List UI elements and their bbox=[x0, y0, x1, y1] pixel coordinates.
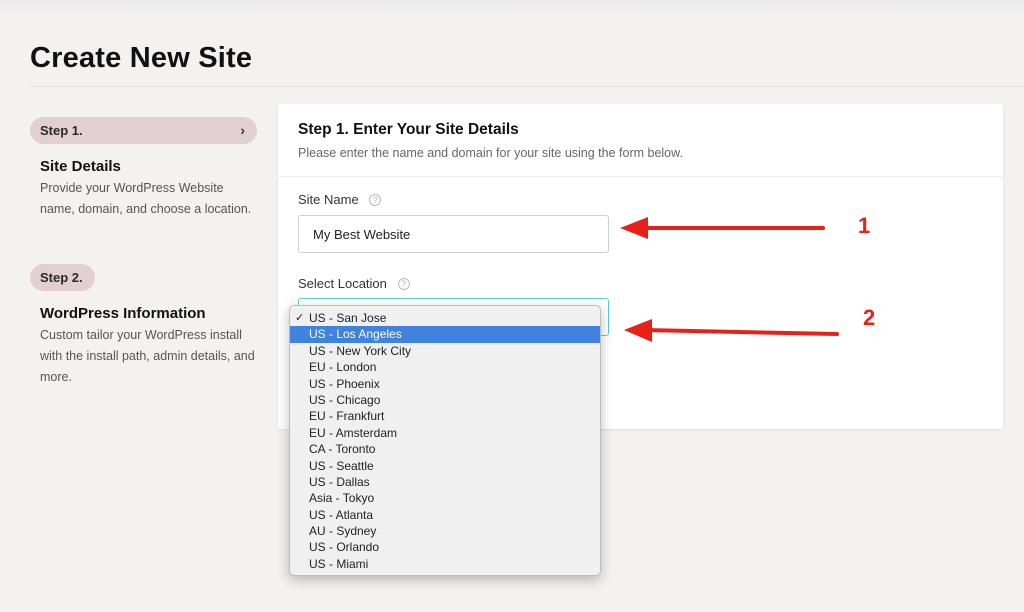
option-label: US - New York City bbox=[309, 343, 412, 358]
annotation-arrow-2 bbox=[624, 319, 839, 342]
location-option[interactable]: ✓ US - San Jose bbox=[290, 310, 600, 326]
card-subtitle: Please enter the name and domain for you… bbox=[298, 146, 683, 160]
location-option[interactable]: US - New York City bbox=[290, 343, 600, 359]
location-option[interactable]: US - Atlanta bbox=[290, 507, 600, 523]
option-label: US - Chicago bbox=[309, 392, 381, 407]
option-label: US - Phoenix bbox=[309, 376, 380, 391]
location-label-text: Select Location bbox=[298, 276, 387, 291]
annotation-number-1: 1 bbox=[858, 213, 871, 238]
site-name-label-text: Site Name bbox=[298, 192, 359, 207]
step-2-pill[interactable]: Step 2. bbox=[30, 264, 95, 291]
location-option[interactable]: US - Chicago bbox=[290, 392, 600, 408]
location-option[interactable]: US - Seattle bbox=[290, 458, 600, 474]
option-label: CA - Toronto bbox=[309, 442, 376, 457]
option-label: US - Dallas bbox=[309, 474, 370, 489]
location-option[interactable]: CA - Toronto bbox=[290, 441, 600, 457]
step-1-pill[interactable]: Step 1. › bbox=[30, 117, 257, 144]
location-option-highlighted[interactable]: US - Los Angeles bbox=[290, 326, 600, 343]
location-option[interactable]: AU - Sydney bbox=[290, 523, 600, 539]
annotation-number-2: 2 bbox=[863, 305, 876, 330]
chevron-right-icon: › bbox=[240, 122, 245, 138]
step-1-description: Provide your WordPress Website name, dom… bbox=[40, 181, 252, 216]
step-2-heading: WordPress Information bbox=[40, 305, 206, 322]
option-label: US - San Jose bbox=[309, 311, 387, 325]
step-1-pill-label: Step 1. bbox=[40, 123, 83, 138]
card-header: Step 1. Enter Your Site Details Please e… bbox=[278, 104, 1003, 177]
step-2-pill-label: Step 2. bbox=[40, 270, 83, 285]
location-option[interactable]: US - Phoenix bbox=[290, 376, 600, 392]
location-dropdown-list[interactable]: ✓ US - San Jose US - Los Angeles US - Ne… bbox=[289, 305, 601, 576]
site-name-label: Site Name ? bbox=[298, 192, 382, 207]
location-option[interactable]: US - Miami bbox=[290, 556, 600, 572]
location-option[interactable]: Asia - Tokyo bbox=[290, 490, 600, 506]
option-label: US - Seattle bbox=[309, 458, 374, 473]
site-name-input[interactable] bbox=[298, 215, 609, 253]
location-option[interactable]: US - Dallas bbox=[290, 474, 600, 490]
help-icon[interactable]: ? bbox=[397, 278, 410, 290]
title-divider bbox=[30, 86, 1024, 87]
location-option[interactable]: EU - Frankfurt bbox=[290, 408, 600, 424]
option-label: EU - Frankfurt bbox=[309, 409, 385, 424]
option-label: US - Atlanta bbox=[309, 507, 374, 522]
location-label: Select Location ? bbox=[298, 276, 410, 291]
step-2-description: Custom tailor your WordPress install wit… bbox=[40, 328, 255, 384]
checkmark-icon: ✓ bbox=[295, 312, 305, 324]
option-label: US - Miami bbox=[309, 556, 369, 571]
location-option[interactable]: EU - Amsterdam bbox=[290, 425, 600, 441]
option-label: Asia - Tokyo bbox=[309, 491, 375, 506]
step-1-heading: Site Details bbox=[40, 158, 121, 175]
option-label: EU - Amsterdam bbox=[309, 425, 398, 440]
location-option[interactable]: US - Orlando bbox=[290, 539, 600, 555]
option-label: AU - Sydney bbox=[309, 524, 377, 539]
option-label: EU - London bbox=[309, 360, 377, 375]
option-label: US - Los Angeles bbox=[309, 327, 402, 342]
help-icon[interactable]: ? bbox=[369, 194, 382, 206]
browser-top-strip bbox=[0, 0, 1024, 22]
option-label: US - Orlando bbox=[309, 540, 380, 555]
page-title: Create New Site bbox=[30, 42, 253, 74]
card-title: Step 1. Enter Your Site Details bbox=[298, 121, 519, 138]
annotation-arrow-1 bbox=[620, 217, 825, 239]
location-option[interactable]: EU - London bbox=[290, 359, 600, 375]
